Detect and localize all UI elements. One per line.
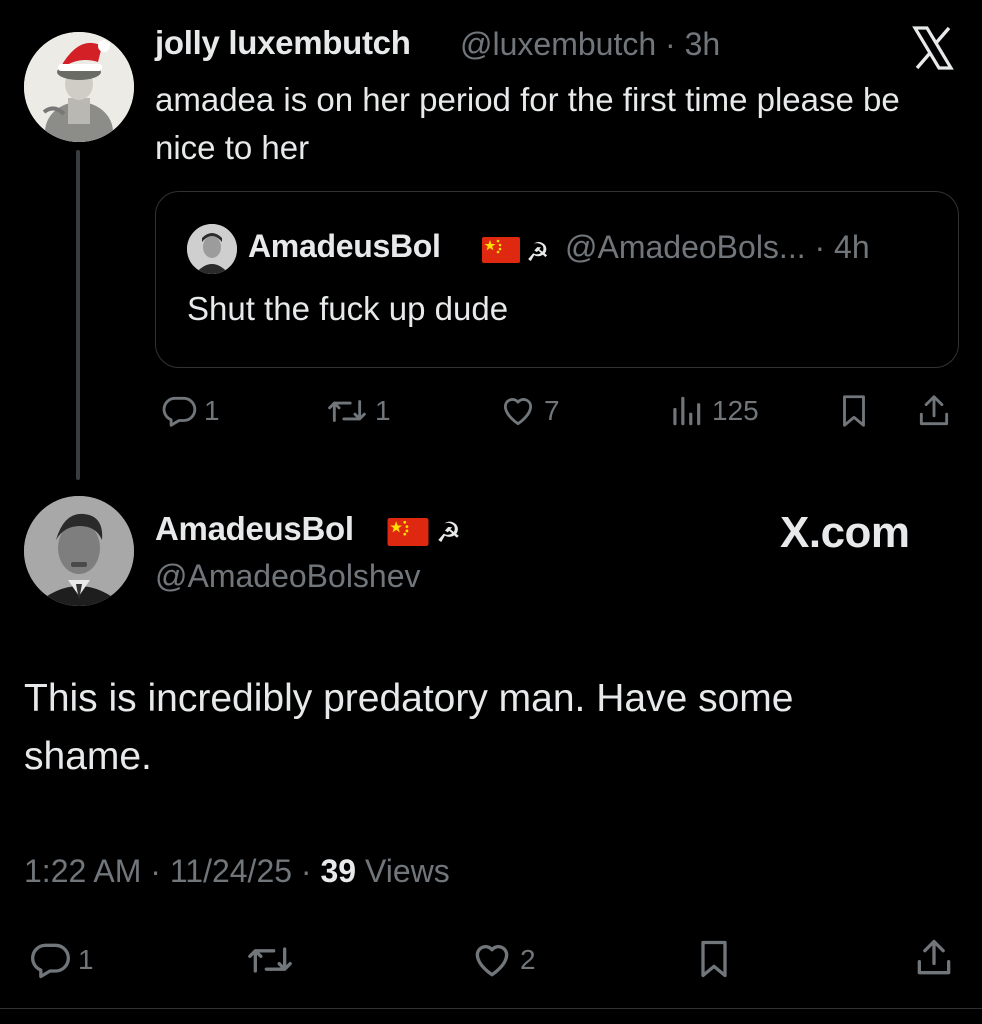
author-handle-time[interactable]: @luxembutch · 3h [460, 26, 720, 63]
quoted-tweet-card[interactable] [155, 191, 959, 368]
views-button[interactable]: 125 [666, 392, 759, 430]
share-icon [917, 939, 951, 975]
repost-count: 1 [375, 395, 391, 426]
x-logo-icon [912, 26, 954, 70]
share-button[interactable] [915, 392, 953, 430]
x-com-watermark: X.com [780, 508, 910, 557]
timestamp[interactable]: 1:22 AM · 11/24/25 · [24, 853, 320, 889]
bottom-divider [0, 1008, 982, 1009]
views-count: 39 [320, 853, 357, 889]
bookmark-icon [701, 940, 727, 978]
hammer-sickle-icon: ☭ [436, 517, 462, 548]
like-icon [503, 398, 533, 426]
views-count: 125 [712, 395, 759, 426]
bookmark-icon [843, 395, 865, 427]
like-count: 2 [520, 944, 536, 975]
avatar-luxembutch[interactable] [24, 32, 134, 142]
like-count: 7 [544, 395, 560, 426]
views-label: Views [356, 853, 450, 889]
repost-icon [248, 947, 292, 973]
reply-button[interactable]: 1 [28, 938, 94, 982]
quoted-tweet-text: Shut the fuck up dude [187, 290, 509, 327]
author-display-name[interactable]: jolly luxembutch [155, 24, 411, 62]
repost-button[interactable]: 1 [325, 392, 391, 430]
reply-icon [31, 943, 70, 979]
reply-handle[interactable]: @AmadeoBolshev [155, 558, 421, 595]
share-icon [919, 395, 949, 426]
avatar-amadeusbol[interactable] [24, 496, 134, 606]
hammer-sickle-icon: ☭ [526, 237, 550, 267]
quoted-display-name[interactable]: AmadeusBol [248, 228, 441, 265]
share-button[interactable] [912, 936, 956, 980]
reply-count: 1 [78, 944, 94, 975]
reply-button[interactable]: 1 [160, 392, 220, 430]
repost-button[interactable] [244, 938, 296, 982]
like-button[interactable]: 7 [498, 392, 560, 430]
like-icon [475, 945, 509, 977]
repost-icon [328, 400, 366, 422]
reply-icon [162, 396, 197, 427]
thread-connector-line [76, 150, 80, 480]
bookmark-button[interactable] [692, 936, 736, 982]
china-flag-icon [482, 237, 520, 263]
like-button[interactable]: 2 [470, 938, 536, 982]
china-flag-icon [387, 518, 429, 546]
reply-display-name[interactable]: AmadeusBol [155, 510, 354, 548]
reply-tweet-text: This is incredibly predatory man. Have s… [24, 677, 794, 778]
reply-count: 1 [204, 395, 220, 426]
views-icon [673, 396, 701, 426]
bookmark-button[interactable] [835, 392, 873, 430]
tweet-text: amadea is on her period for the first ti… [155, 81, 900, 166]
avatar-amadeusbol-small[interactable] [187, 224, 237, 274]
quoted-handle-time[interactable]: @AmadeoBols... · 4h [565, 229, 870, 266]
tweet-metadata: 1:22 AM · 11/24/25 · 39 Views [24, 853, 450, 890]
